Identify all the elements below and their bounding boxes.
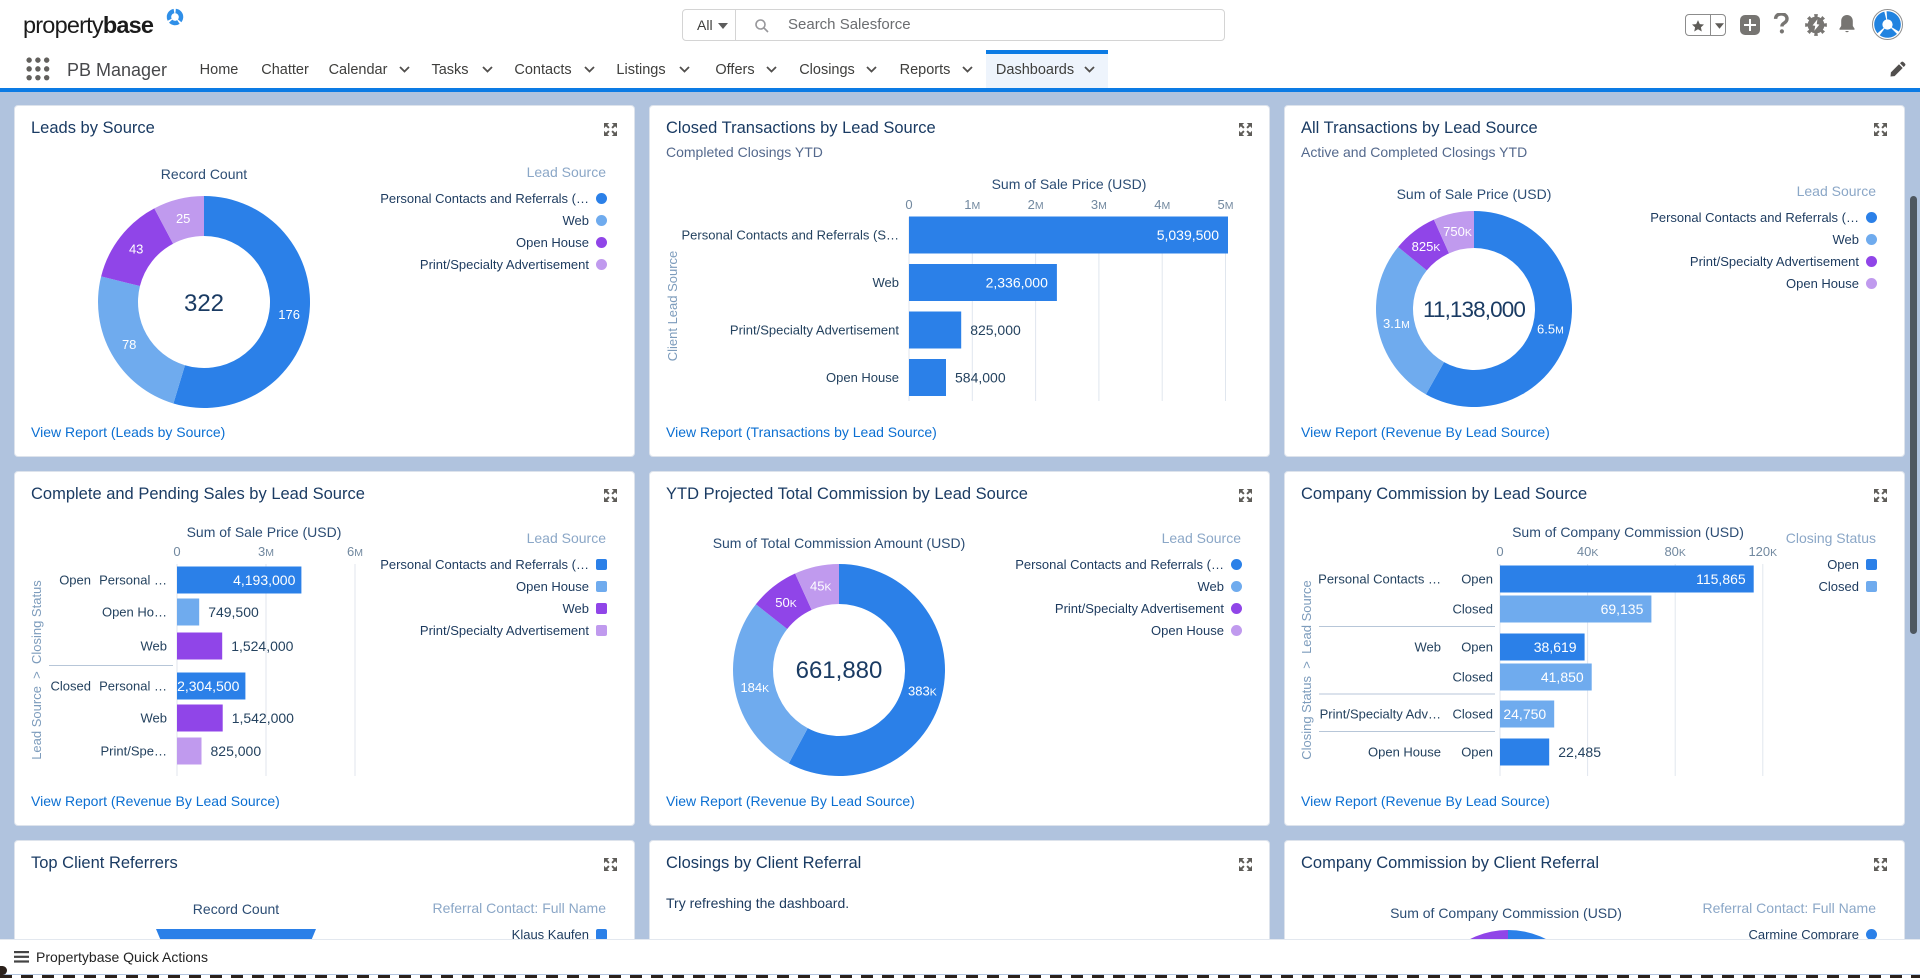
svg-text:Record Count: Record Count bbox=[193, 901, 279, 917]
svg-text:Print/Spe…: Print/Spe… bbox=[101, 744, 167, 759]
svg-text:1,542,000: 1,542,000 bbox=[232, 710, 294, 726]
svg-text:2,336,000: 2,336,000 bbox=[986, 275, 1048, 291]
svg-text:4,193,000: 4,193,000 bbox=[233, 572, 295, 588]
svg-text:Personal Contacts and Referral: Personal Contacts and Referrals (S… bbox=[682, 228, 899, 243]
svg-text:750K: 750K bbox=[1443, 224, 1472, 239]
svg-text:40K: 40K bbox=[1577, 544, 1598, 559]
svg-text:Open Ho…: Open Ho… bbox=[102, 605, 167, 620]
svg-text:38,619: 38,619 bbox=[1534, 639, 1577, 655]
svg-text:Closed: Closed bbox=[1453, 670, 1493, 685]
svg-text:Sum of Sale Price (USD): Sum of Sale Price (USD) bbox=[1397, 186, 1552, 202]
svg-text:Client Lead Source: Client Lead Source bbox=[665, 251, 680, 362]
svg-text:80K: 80K bbox=[1664, 544, 1685, 559]
svg-text:41,850: 41,850 bbox=[1541, 669, 1584, 685]
svg-text:Sum of Sale Price (USD): Sum of Sale Price (USD) bbox=[187, 524, 342, 540]
svg-text:43: 43 bbox=[129, 242, 143, 257]
svg-text:Open House: Open House bbox=[826, 370, 899, 385]
svg-text:11,138,000: 11,138,000 bbox=[1423, 297, 1525, 322]
svg-text:Sum of Company Commission (USD: Sum of Company Commission (USD) bbox=[1512, 524, 1744, 540]
svg-text:50K: 50K bbox=[775, 595, 796, 610]
svg-text:Open: Open bbox=[59, 573, 91, 588]
svg-text:Closed: Closed bbox=[1453, 707, 1493, 722]
svg-text:22,485: 22,485 bbox=[1558, 744, 1601, 760]
svg-text:45K: 45K bbox=[810, 579, 831, 594]
svg-text:69,135: 69,135 bbox=[1601, 601, 1644, 617]
svg-text:Sum of Company Commission (USD: Sum of Company Commission (USD) bbox=[1390, 905, 1622, 921]
svg-text:Personal Contacts …: Personal Contacts … bbox=[1318, 572, 1441, 587]
svg-text:Personal …: Personal … bbox=[99, 573, 167, 588]
svg-text:5,039,500: 5,039,500 bbox=[1157, 227, 1219, 243]
svg-text:Web: Web bbox=[141, 639, 168, 654]
svg-text:2,304,500: 2,304,500 bbox=[177, 678, 239, 694]
svg-text:0: 0 bbox=[1496, 544, 1503, 559]
svg-text:322: 322 bbox=[184, 290, 224, 317]
svg-text:Open: Open bbox=[1461, 572, 1493, 587]
svg-text:383K: 383K bbox=[908, 684, 937, 699]
svg-text:78: 78 bbox=[122, 337, 136, 352]
svg-text:24,750: 24,750 bbox=[1503, 706, 1546, 722]
svg-text:Sum of Total Commission Amount: Sum of Total Commission Amount (USD) bbox=[713, 535, 966, 551]
svg-text:1,524,000: 1,524,000 bbox=[231, 638, 293, 654]
svg-text:Closing Status > Lead Source: Closing Status > Lead Source bbox=[1299, 580, 1314, 760]
svg-text:825,000: 825,000 bbox=[211, 743, 262, 759]
svg-text:584,000: 584,000 bbox=[955, 370, 1006, 386]
svg-text:3M: 3M bbox=[258, 544, 274, 559]
svg-text:Web: Web bbox=[873, 275, 900, 290]
svg-text:Web: Web bbox=[141, 711, 168, 726]
svg-text:3M: 3M bbox=[1091, 197, 1107, 212]
svg-text:0: 0 bbox=[173, 544, 180, 559]
svg-text:2M: 2M bbox=[1028, 197, 1044, 212]
svg-text:6.5M: 6.5M bbox=[1537, 322, 1564, 337]
svg-text:Closed: Closed bbox=[51, 679, 91, 694]
svg-text:4M: 4M bbox=[1154, 197, 1170, 212]
svg-text:Personal …: Personal … bbox=[99, 679, 167, 694]
svg-text:749,500: 749,500 bbox=[208, 604, 259, 620]
svg-text:25: 25 bbox=[176, 211, 190, 226]
svg-text:184K: 184K bbox=[740, 680, 769, 695]
svg-text:Closed: Closed bbox=[1453, 602, 1493, 617]
svg-text:Web: Web bbox=[1415, 640, 1442, 655]
svg-text:0: 0 bbox=[905, 197, 912, 212]
svg-text:Print/Specialty Advertisement: Print/Specialty Advertisement bbox=[730, 323, 899, 338]
svg-text:825,000: 825,000 bbox=[970, 322, 1021, 338]
svg-text:Sum of Sale Price (USD): Sum of Sale Price (USD) bbox=[992, 176, 1147, 192]
svg-text:Print/Specialty Adv…: Print/Specialty Adv… bbox=[1320, 707, 1441, 722]
svg-text:Open: Open bbox=[1461, 745, 1493, 760]
svg-text:Open House: Open House bbox=[1368, 745, 1441, 760]
svg-text:176: 176 bbox=[278, 307, 300, 322]
svg-text:Open: Open bbox=[1461, 640, 1493, 655]
svg-text:1M: 1M bbox=[964, 197, 980, 212]
svg-text:120K: 120K bbox=[1748, 544, 1777, 559]
svg-text:5M: 5M bbox=[1218, 197, 1234, 212]
svg-text:661,880: 661,880 bbox=[796, 657, 883, 684]
svg-text:115,865: 115,865 bbox=[1696, 571, 1746, 587]
svg-text:6M: 6M bbox=[347, 544, 363, 559]
svg-text:825K: 825K bbox=[1412, 239, 1441, 254]
svg-text:Lead Source > Closing Status: Lead Source > Closing Status bbox=[29, 580, 44, 760]
svg-text:3.1M: 3.1M bbox=[1383, 316, 1410, 331]
svg-text:Record Count: Record Count bbox=[161, 166, 247, 182]
